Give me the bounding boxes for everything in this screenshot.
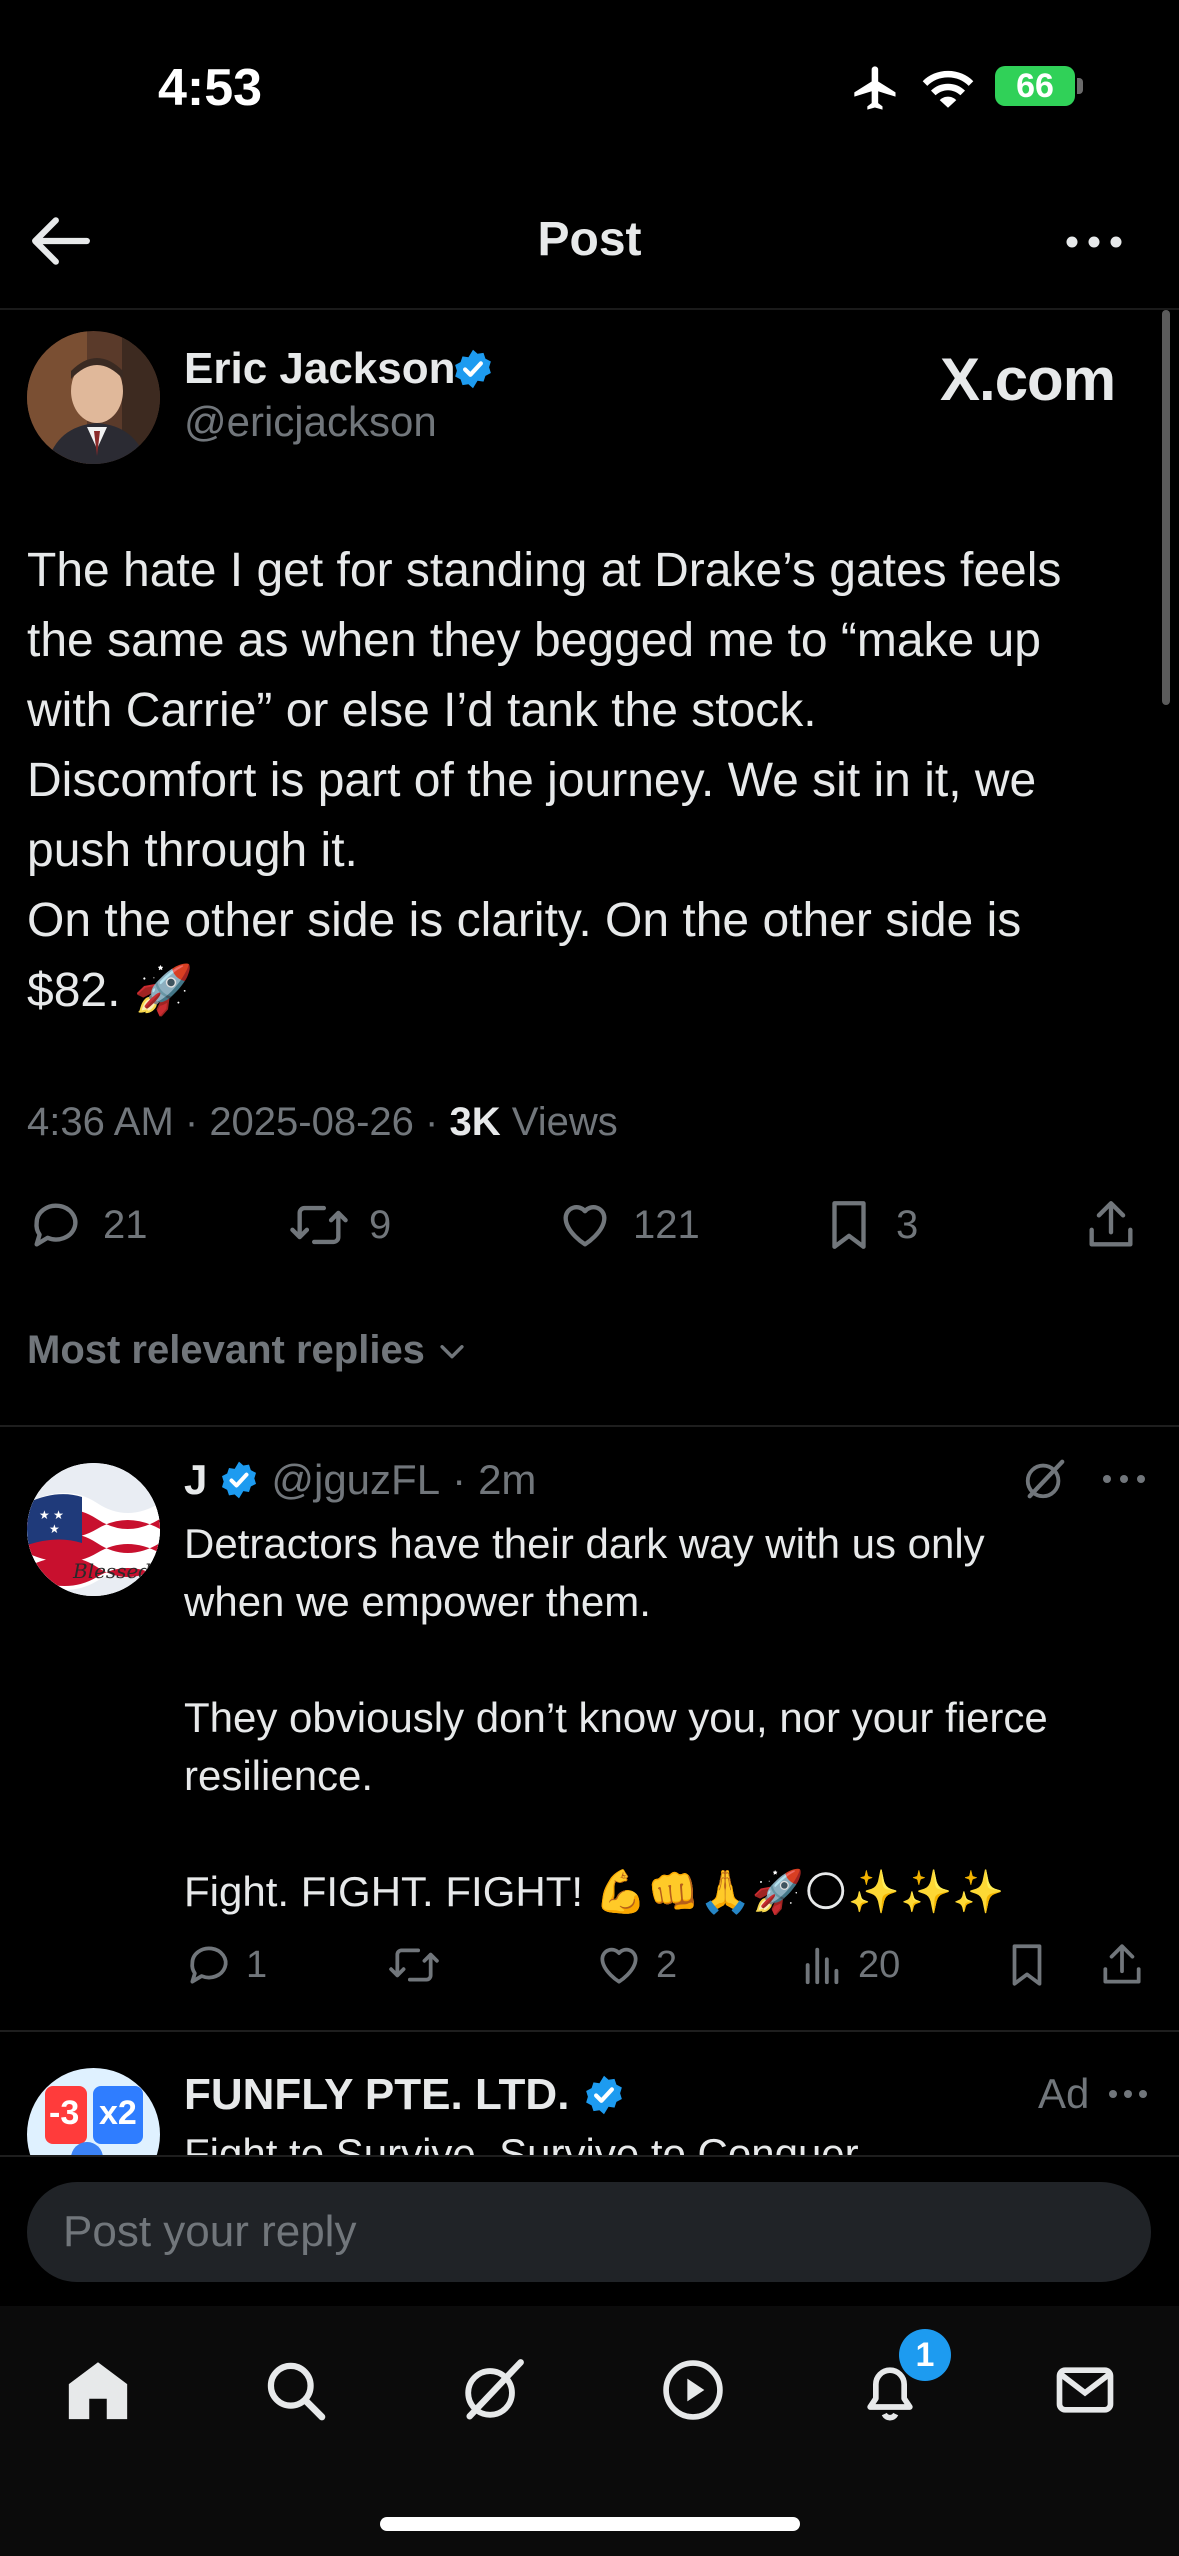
like-count: 121	[633, 1202, 700, 1247]
svg-text:★ ★: ★ ★	[39, 1508, 64, 1522]
reply-text: Detractors have their dark way with us o…	[184, 1520, 1048, 1915]
section-divider	[0, 1425, 1179, 1427]
post-time: 4:36 AM	[27, 1100, 174, 1144]
like-button[interactable]: 121	[555, 1196, 700, 1254]
ad-more-icon[interactable]	[1108, 2088, 1148, 2100]
ad-avatar-text-1: -3	[49, 2094, 80, 2132]
battery-tip	[1077, 78, 1083, 94]
post-meta: 4:36 AM · 2025-08-26 · 3K Views	[27, 1100, 618, 1144]
reply-count: 21	[103, 1202, 148, 1247]
home-indicator	[380, 2517, 800, 2531]
repost-button[interactable]: 9	[287, 1196, 391, 1254]
verified-badge-icon	[586, 2075, 623, 2115]
post-date: 2025-08-26	[209, 1100, 414, 1144]
ad-advertiser[interactable]: FUNFLY PTE. LTD.	[184, 2070, 625, 2120]
bookmark-icon	[832, 1201, 866, 1249]
author-name[interactable]: Eric Jackson	[184, 344, 456, 394]
reply-reply-count: 1	[246, 1943, 268, 1986]
svg-text:★: ★	[49, 1522, 60, 1536]
reply-repost-button[interactable]	[386, 1940, 454, 1990]
replies-filter-dropdown[interactable]: Most relevant replies	[27, 1328, 469, 1373]
author-handle[interactable]: @ericjackson	[184, 398, 437, 446]
wifi-icon	[920, 64, 976, 110]
reply-like-button[interactable]: 2	[594, 1940, 677, 1990]
search-icon[interactable]	[250, 2345, 340, 2435]
reply-input[interactable]	[27, 2182, 1151, 2282]
heart-icon	[563, 1205, 607, 1247]
share-icon[interactable]	[1082, 1196, 1140, 1254]
ad-label: Ad	[1038, 2070, 1090, 2117]
reply-reply-button[interactable]: 1	[184, 1940, 267, 1990]
more-options-icon[interactable]	[1065, 232, 1123, 252]
messages-icon[interactable]	[1040, 2345, 1130, 2435]
ad-avatar-text-2: x2	[99, 2094, 137, 2132]
reply-views-count: 20	[858, 1943, 901, 1986]
page-title: Post	[537, 213, 642, 266]
reply-like-count: 2	[656, 1943, 678, 1986]
repost-count: 9	[369, 1202, 392, 1247]
views-count: 3K	[449, 1100, 501, 1144]
status-time: 4:53	[158, 59, 263, 117]
post-text: The hate I get for standing at Drake’s g…	[27, 544, 1062, 1017]
section-divider	[0, 2030, 1179, 2032]
reply-button[interactable]: 21	[27, 1196, 148, 1254]
battery-level: 66	[995, 66, 1075, 106]
reply-bookmark-icon[interactable]	[1002, 1940, 1052, 1990]
heart-icon	[600, 1947, 638, 1984]
replies-filter-label: Most relevant replies	[27, 1328, 425, 1372]
airplane-icon	[850, 62, 902, 114]
views-label[interactable]: Views	[512, 1100, 618, 1144]
reply-avatar[interactable]: ★ ★ ★ Blessed	[27, 1463, 160, 1596]
reply-more-icon[interactable]	[1102, 1472, 1146, 1486]
ad-advertiser-name: FUNFLY PTE. LTD.	[184, 2070, 570, 2119]
source-logo: X.com	[940, 346, 1116, 413]
reply-author-name[interactable]: J	[184, 1456, 207, 1504]
reply-dot: ·	[452, 1456, 467, 1503]
grok-icon[interactable]	[1022, 1456, 1068, 1502]
repost-icon	[389, 1948, 439, 1982]
reply-author-handle[interactable]: @jguzFL	[271, 1456, 440, 1504]
reply-icon	[34, 1203, 78, 1247]
chevron-down-icon	[440, 1344, 464, 1358]
author-avatar[interactable]	[27, 331, 160, 464]
video-icon[interactable]	[648, 2345, 738, 2435]
repost-icon	[290, 1205, 348, 1245]
verified-badge-icon	[222, 1461, 257, 1499]
reply-share-icon[interactable]	[1097, 1940, 1147, 1990]
bookmark-count: 3	[896, 1202, 919, 1247]
header-divider	[0, 308, 1179, 310]
bookmark-button[interactable]: 3	[820, 1196, 918, 1254]
reply-age: 2m	[478, 1456, 537, 1503]
reply-views-button[interactable]: 20	[800, 1940, 900, 1990]
grok-icon[interactable]	[448, 2345, 538, 2435]
notifications-badge: 1	[899, 2329, 951, 2381]
reply-header: J @jguzFL · 2m	[184, 1456, 536, 1504]
views-chart-icon	[805, 1947, 839, 1985]
reply-avatar-text: Blessed	[73, 1559, 152, 1583]
home-icon[interactable]	[53, 2345, 143, 2435]
reply-icon	[190, 1946, 228, 1984]
scrollbar[interactable]	[1162, 310, 1170, 705]
verified-badge-icon	[452, 348, 494, 390]
